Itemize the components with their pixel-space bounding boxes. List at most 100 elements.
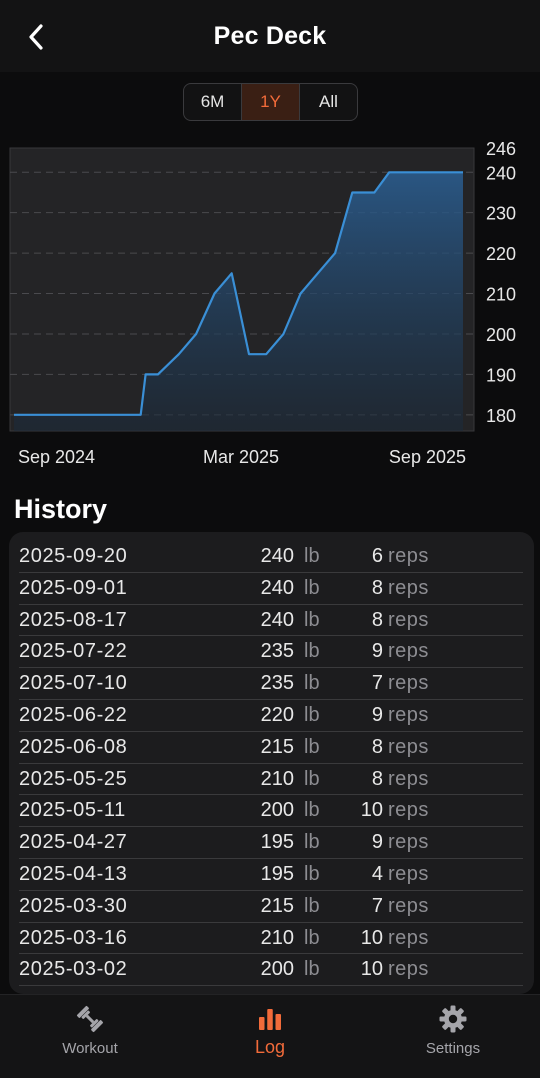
history-reps: 10 (360, 799, 383, 822)
history-weight-unit: lb (304, 926, 320, 949)
range-option-6m[interactable]: 6M (184, 84, 242, 120)
history-date: 2025-06-08 (19, 735, 128, 758)
history-row[interactable]: 2025-08-17 240 lb 8 reps (19, 605, 523, 637)
history-weight: 215 (260, 894, 294, 917)
history-weight-unit: lb (304, 799, 320, 822)
history-reps: 8 (371, 608, 383, 631)
tab-log[interactable]: Log (180, 995, 360, 1078)
history-weight-unit: lb (304, 640, 320, 663)
range-selector: 6M 1Y All (183, 83, 358, 121)
tab-settings-label: Settings (425, 1040, 481, 1057)
tab-bar: Workout Log Settings (0, 994, 540, 1078)
history-date: 2025-07-10 (19, 672, 128, 695)
history-weight: 220 (260, 704, 294, 726)
bar-chart-icon (259, 1009, 281, 1030)
history-weight: 240 (260, 545, 294, 567)
history-reps: 9 (371, 831, 383, 854)
history-weight: 200 (260, 799, 294, 822)
y-tick-label: 246 (486, 139, 516, 159)
history-weight: 195 (260, 831, 294, 854)
history-row[interactable]: 2025-07-10 235 lb 7 reps (19, 668, 523, 700)
history-reps-unit: reps (388, 672, 429, 695)
history-weight: 195 (260, 863, 294, 885)
history-date: 2025-03-16 (19, 926, 128, 949)
history-weight-unit: lb (304, 831, 320, 854)
history-row[interactable]: 2025-04-27 195 lb 9 reps (19, 827, 523, 859)
history-reps: 6 (371, 545, 383, 567)
chart-svg: 246 240 230 220 210 200 190 180 Sep 2024 Mar 2025… (9, 139, 516, 467)
tab-log-label: Log (254, 1037, 286, 1057)
history-row[interactable]: 2025-05-25 210 lb 8 reps (19, 764, 523, 796)
tab-workout[interactable]: Workout (0, 995, 180, 1078)
y-tick-label: 180 (486, 406, 516, 426)
history-row[interactable]: 2025-07-22 235 lb 9 reps (19, 636, 523, 669)
y-tick-label: 230 (486, 204, 516, 224)
history-date: 2025-03-30 (19, 894, 128, 917)
history-weight-unit: lb (304, 958, 320, 981)
history-weight-unit: lb (304, 672, 320, 695)
history-reps-unit: reps (388, 799, 429, 822)
history-row[interactable]: 2025-06-08 215 lb 8 reps (19, 732, 523, 764)
page-title: Pec Deck (213, 22, 327, 50)
history-reps-unit: reps (388, 608, 429, 631)
history-date: 2025-05-25 (19, 767, 128, 790)
history-reps: 8 (371, 767, 383, 790)
history-reps: 9 (371, 640, 383, 663)
history-weight: 210 (260, 926, 294, 949)
history-weight: 235 (260, 672, 294, 695)
history-reps-unit: reps (388, 926, 429, 949)
gear-icon (439, 1005, 467, 1033)
history-row[interactable]: 2025-03-30 215 lb 7 reps (19, 891, 523, 923)
history-reps: 8 (371, 735, 383, 758)
history-date: 2025-08-17 (19, 608, 128, 631)
history-row[interactable]: 2025-06-22 220 lb 9 reps (19, 700, 523, 732)
history-reps-unit: reps (388, 735, 429, 758)
history-row[interactable]: 2025-03-02 200 lb 10 reps (19, 954, 523, 987)
history-reps: 7 (371, 672, 383, 695)
history-weight: 235 (260, 640, 294, 663)
history-weight-unit: lb (304, 735, 320, 758)
x-tick-label: Mar 2025 (203, 447, 279, 467)
history-row[interactable]: 2025-03-16 210 lb 10 reps (19, 923, 523, 955)
tab-settings[interactable]: Settings (363, 995, 540, 1078)
history-reps-unit: reps (388, 767, 429, 790)
history-reps-unit: reps (388, 894, 429, 917)
history-reps-unit: reps (388, 704, 429, 726)
history-row[interactable]: 2025-09-01 240 lb 8 reps (19, 573, 523, 605)
history-date: 2025-09-20 (19, 545, 128, 567)
history-heading: History (14, 494, 108, 524)
history-reps-unit: reps (388, 576, 429, 599)
history-date: 2025-03-02 (19, 958, 128, 981)
history-weight: 240 (260, 608, 294, 631)
history-reps: 10 (360, 926, 383, 949)
history-weight-unit: lb (304, 545, 320, 567)
history-date: 2025-04-13 (19, 863, 128, 885)
history-reps-unit: reps (388, 640, 429, 663)
history-reps-unit: reps (388, 831, 429, 854)
history-weight: 200 (260, 958, 294, 981)
range-option-all[interactable]: All (300, 84, 357, 120)
x-tick-label: Sep 2024 (18, 447, 95, 467)
range-option-1y[interactable]: 1Y (242, 84, 300, 120)
history-reps: 10 (360, 958, 383, 981)
tab-workout-label: Workout (62, 1040, 118, 1057)
history-weight-unit: lb (304, 863, 320, 885)
dumbbell-icon (76, 1005, 104, 1033)
history-weight-unit: lb (304, 894, 320, 917)
header-bar: Pec Deck (0, 0, 540, 72)
x-tick-label: Sep 2025 (389, 447, 466, 467)
history-row[interactable]: 2025-04-13 195 lb 4 reps (19, 859, 523, 891)
history-row[interactable]: 2025-05-11 200 lb 10 reps (19, 795, 523, 828)
y-tick-label: 240 (486, 163, 516, 183)
history-weight: 210 (260, 767, 294, 790)
history-row[interactable]: 2025-09-20 240 lb 6 reps (19, 541, 523, 573)
history-weight-unit: lb (304, 704, 320, 726)
history-weight-unit: lb (304, 576, 320, 599)
history-date: 2025-05-11 (19, 799, 126, 822)
history-weight-unit: lb (304, 767, 320, 790)
history-date: 2025-06-22 (19, 704, 128, 726)
history-list: 2025-09-20 240 lb 6 reps 2025-09-01 240 lb 8 reps… (9, 532, 534, 994)
history-date: 2025-04-27 (19, 831, 128, 854)
progress-chart: 246 240 230 220 210 200 190 180 Sep 2024 Mar 2025… (0, 135, 540, 475)
history-date: 2025-09-01 (19, 576, 128, 599)
